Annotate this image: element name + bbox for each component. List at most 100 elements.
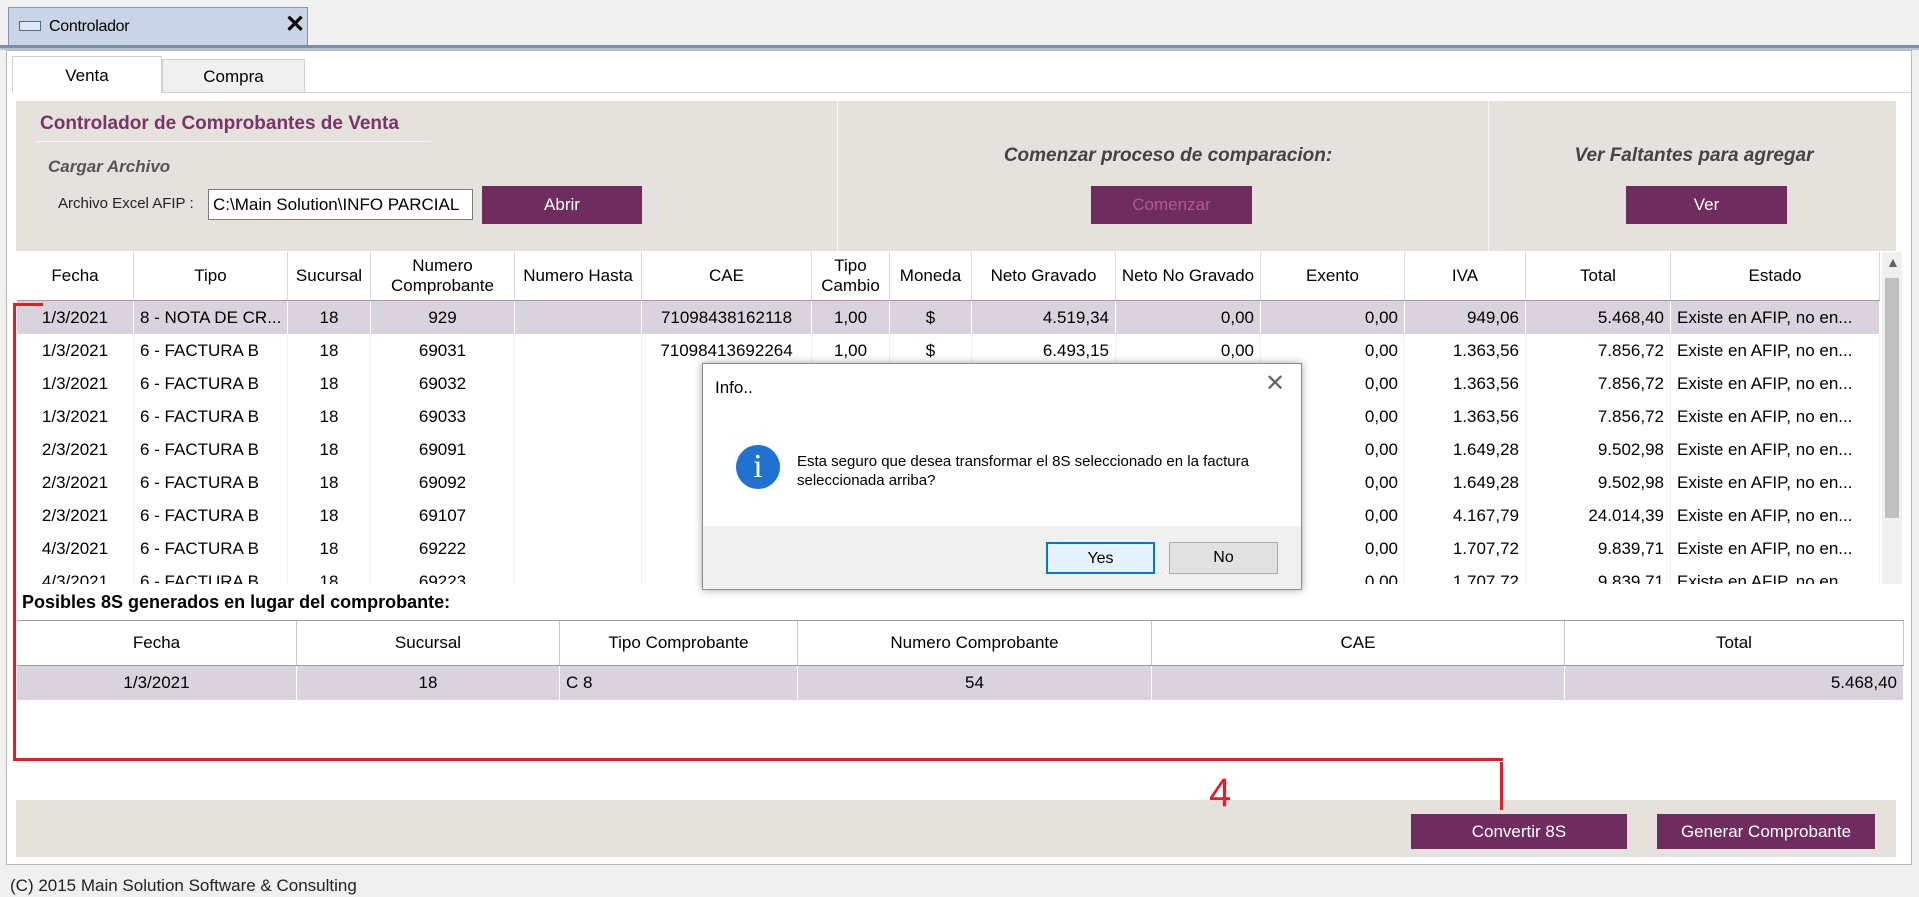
table-cell: 6 - FACTURA B — [134, 334, 288, 367]
column-header[interactable]: Tipo Comprobante — [560, 621, 798, 665]
column-header[interactable]: Fecha — [17, 621, 297, 665]
info-icon: i — [736, 445, 780, 489]
table-cell: 71098438162118 — [642, 301, 812, 334]
table-cell: 0,00 — [1261, 301, 1405, 334]
table-cell: 949,06 — [1405, 301, 1526, 334]
column-header[interactable]: CAE — [642, 252, 812, 300]
table-cell — [515, 466, 642, 499]
column-header[interactable]: Estado — [1671, 252, 1880, 300]
comenzar-button[interactable]: Comenzar — [1091, 186, 1252, 224]
table-cell — [515, 499, 642, 532]
scroll-up-icon[interactable]: ▲ — [1886, 254, 1900, 270]
table-cell: 24.014,39 — [1526, 499, 1671, 532]
table-cell: 18 — [288, 433, 371, 466]
table-cell: 18 — [288, 400, 371, 433]
column-header[interactable]: Neto Gravado — [972, 252, 1116, 300]
table-cell: Existe en AFIP, no en... — [1671, 499, 1880, 532]
subtab-divider — [305, 92, 1911, 93]
panel-title: Controlador de Comprobantes de Venta — [40, 113, 399, 134]
convertir-8s-button[interactable]: Convertir 8S — [1411, 814, 1627, 849]
table-cell: 54 — [798, 666, 1152, 700]
table-row[interactable]: 1/3/2021 18 C 8 54 5.468,40 — [17, 666, 1904, 700]
table-cell: 9.839,71 — [1526, 565, 1671, 584]
table-cell: 2/3/2021 — [17, 433, 134, 466]
table-cell: 18 — [288, 334, 371, 367]
table-cell: 1.649,28 — [1405, 433, 1526, 466]
column-header[interactable]: Neto No Gravado — [1116, 252, 1261, 300]
table-cell: 6 - FACTURA B — [134, 532, 288, 565]
column-header[interactable]: IVA — [1405, 252, 1526, 300]
posibles-8s-grid[interactable]: Fecha Sucursal Tipo Comprobante Numero Comp… — [17, 620, 1904, 702]
panel-separator — [837, 101, 838, 251]
no-button[interactable]: No — [1169, 542, 1278, 574]
posibles-8s-label: Posibles 8S generados en lugar del compr… — [22, 592, 451, 612]
table-cell: 1.649,28 — [1405, 466, 1526, 499]
column-header[interactable]: Tipo Cambio — [812, 252, 890, 300]
window-icon — [19, 21, 41, 31]
table-cell: 18 — [288, 466, 371, 499]
table-cell: 4.167,79 — [1405, 499, 1526, 532]
table-cell: 7.856,72 — [1526, 400, 1671, 433]
table-cell: Existe en AFIP, no en... — [1671, 400, 1880, 433]
scroll-thumb[interactable] — [1885, 278, 1899, 518]
table-cell: 1.707,72 — [1405, 565, 1526, 584]
table-cell: Existe en AFIP, no en... — [1671, 532, 1880, 565]
abrir-button[interactable]: Abrir — [482, 186, 642, 224]
table-cell — [515, 532, 642, 565]
grid-scrollbar[interactable]: ▲ — [1882, 252, 1902, 584]
table-cell: 69222 — [371, 532, 515, 565]
column-header[interactable]: Exento — [1261, 252, 1405, 300]
column-header[interactable]: Total — [1526, 252, 1671, 300]
grid-header: Fecha Tipo Sucursal Numero Comprobante Numer… — [17, 252, 1880, 301]
ver-button[interactable]: Ver — [1626, 186, 1787, 224]
archivo-excel-label: Archivo Excel AFIP : — [58, 195, 194, 212]
column-header[interactable]: Moneda — [890, 252, 972, 300]
table-cell — [515, 565, 642, 584]
table-cell: 69091 — [371, 433, 515, 466]
column-header[interactable]: Total — [1565, 621, 1904, 665]
archivo-path-input[interactable]: C:\Main Solution\INFO PARCIAL — [208, 189, 473, 220]
table-cell: C 8 — [560, 666, 798, 700]
table-cell: 8 - NOTA DE CR... — [134, 301, 288, 334]
comparacion-label: Comenzar proceso de comparacion: — [1003, 145, 1333, 166]
table-cell: 1/3/2021 — [17, 334, 134, 367]
table-cell: 4/3/2021 — [17, 532, 134, 565]
table-cell: 6 - FACTURA B — [134, 565, 288, 584]
table-cell: Existe en AFIP, no en... — [1671, 433, 1880, 466]
table-cell: 18 — [288, 499, 371, 532]
dialog-message: Esta seguro que desea transformar el 8S … — [797, 453, 1249, 489]
table-cell: 69107 — [371, 499, 515, 532]
column-header[interactable]: Sucursal — [288, 252, 371, 300]
dialog-title: Info.. — [715, 378, 753, 397]
column-header[interactable]: Numero Hasta — [515, 252, 642, 300]
column-header[interactable]: Fecha — [17, 252, 134, 300]
table-cell: 7.856,72 — [1526, 367, 1671, 400]
table-cell: 1.363,56 — [1405, 400, 1526, 433]
column-header[interactable]: Sucursal — [297, 621, 560, 665]
panel-separator — [1488, 101, 1489, 251]
faltantes-label: Ver Faltantes para agregar — [1574, 145, 1814, 166]
close-tab-icon[interactable]: ✕ — [285, 13, 305, 37]
table-cell: 2/3/2021 — [17, 499, 134, 532]
table-cell: 5.468,40 — [1565, 666, 1904, 700]
generar-comprobante-button[interactable]: Generar Comprobante — [1657, 814, 1875, 849]
column-header[interactable]: CAE — [1152, 621, 1565, 665]
tab-compra[interactable]: Compra — [162, 59, 305, 93]
tab-venta[interactable]: Venta — [12, 56, 162, 93]
table-cell — [515, 334, 642, 367]
cargar-archivo-label: Cargar Archivo — [48, 157, 171, 176]
table-cell: Existe en AFIP, no en... — [1671, 367, 1880, 400]
column-header[interactable]: Tipo — [134, 252, 288, 300]
document-tab-controlador[interactable]: Controlador ✕ — [8, 7, 308, 45]
column-header[interactable]: Numero Comprobante — [798, 621, 1152, 665]
yes-button[interactable]: Yes — [1046, 542, 1155, 574]
table-cell: Existe en AFIP, no en... — [1671, 466, 1880, 499]
table-cell: Existe en AFIP, no en... — [1671, 301, 1880, 334]
annotation-line — [13, 758, 1503, 761]
table-cell: Existe en AFIP, no en... — [1671, 565, 1880, 584]
table-cell: 1.363,56 — [1405, 367, 1526, 400]
title-underline — [36, 141, 431, 142]
column-header[interactable]: Numero Comprobante — [371, 252, 515, 300]
table-row[interactable]: 1/3/2021 8 - NOTA DE CR... 18 929 7109843816… — [17, 301, 1880, 334]
dialog-close-icon[interactable]: ✕ — [1265, 372, 1285, 396]
